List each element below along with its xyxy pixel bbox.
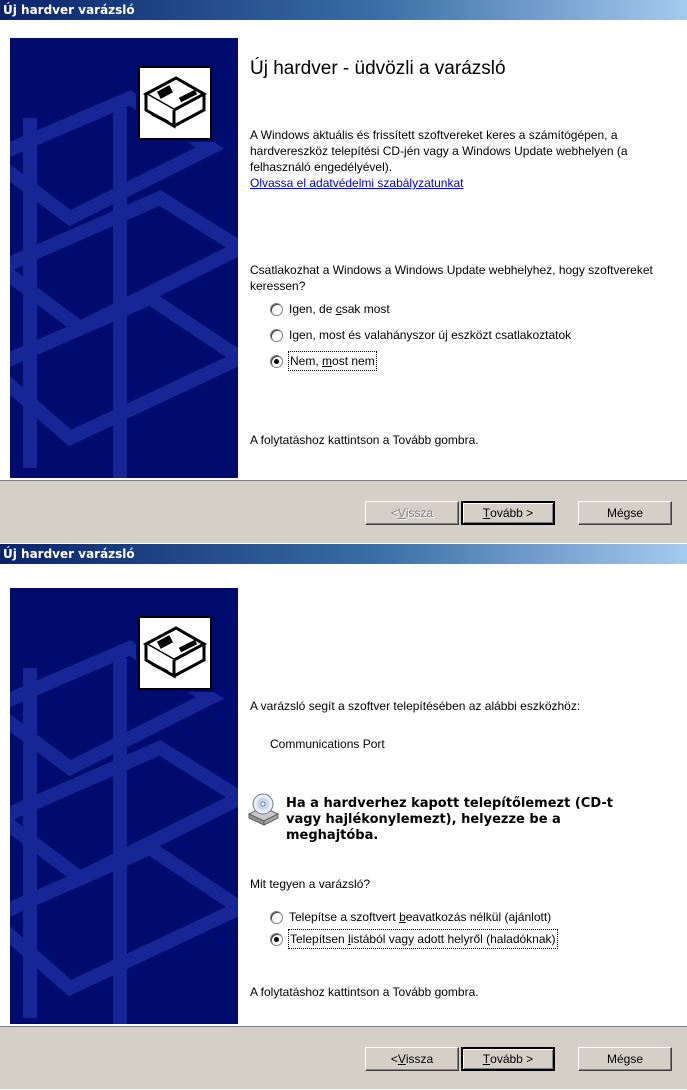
option-install-list[interactable]: Telepítsen listából vagy adott helyről (… — [270, 929, 558, 949]
question-text: Mit tegyen a varázsló? — [250, 877, 371, 891]
page-heading: Új hardver - üdvözli a varázsló — [250, 58, 506, 79]
window-title: Új hardver varázsló — [0, 544, 687, 564]
insert-disc-message: Ha a hardverhez kapott telepítőlemezt (C… — [286, 796, 613, 843]
continue-text: A folytatáshoz kattintson a Tovább gombr… — [250, 433, 479, 447]
wizard-side-panel — [10, 38, 238, 478]
option-install-auto[interactable]: Telepítse a szoftvert beavatkozás nélkül… — [270, 908, 551, 926]
question-text: Csatlakozhat a Windows a Windows Update … — [250, 263, 653, 293]
hardware-card-icon — [136, 614, 214, 692]
radio-button-selected[interactable] — [270, 354, 283, 368]
option-label: Telepítsen listából vagy adott helyről (… — [288, 929, 558, 949]
option-yes-always[interactable]: Igen, most és valahányszor új eszközt cs… — [270, 326, 571, 344]
helper-text: A varázsló segít a szoftver telepítésébe… — [250, 699, 581, 713]
radio-button-selected[interactable] — [270, 932, 283, 946]
cancel-button[interactable]: Mégse — [578, 1047, 672, 1071]
option-no[interactable]: Nem, most nem — [270, 351, 377, 371]
hardware-card-icon — [136, 64, 214, 142]
option-label: Nem, most nem — [288, 351, 377, 371]
radio-button[interactable] — [270, 302, 283, 316]
wizard-side-panel — [10, 588, 238, 1024]
wizard-dialog-welcome: Új hardver varázsló Új hardver - üdvözli… — [0, 0, 687, 543]
privacy-link[interactable]: Olvassa el adatvédelmi szabályzatunkat — [250, 176, 463, 190]
option-label: Igen, de csak most — [289, 302, 390, 316]
option-yes-once[interactable]: Igen, de csak most — [270, 300, 390, 318]
back-button[interactable]: < Vissza — [365, 501, 459, 525]
option-label: Telepítse a szoftvert beavatkozás nélkül… — [289, 910, 552, 924]
wizard-footer: < Vissza Tovább > Mégse — [0, 480, 687, 543]
intro-text: A Windows aktuális és frissített szoftve… — [250, 127, 670, 191]
cd-drive-icon — [246, 792, 280, 826]
wizard-content: A varázsló segít a szoftver telepítésébe… — [238, 588, 687, 1024]
continue-text: A folytatáshoz kattintson a Tovább gombr… — [250, 985, 479, 999]
window-title: Új hardver varázsló — [0, 0, 687, 20]
next-button[interactable]: Tovább > — [461, 501, 555, 525]
back-button[interactable]: < Vissza — [365, 1047, 459, 1071]
wizard-dialog-install: Új hardver varázsló A varázsló segít a s… — [0, 544, 687, 1090]
next-button[interactable]: Tovább > — [461, 1047, 555, 1071]
device-name: Communications Port — [270, 737, 385, 751]
radio-button[interactable] — [270, 328, 283, 342]
wizard-footer: < Vissza Tovább > Mégse — [0, 1026, 687, 1089]
option-label: Igen, most és valahányszor új eszközt cs… — [289, 328, 572, 342]
radio-button[interactable] — [270, 910, 283, 924]
wizard-content: Új hardver - üdvözli a varázsló A Window… — [238, 38, 687, 478]
intro-paragraph: A Windows aktuális és frissített szoftve… — [250, 128, 628, 174]
cancel-button[interactable]: Mégse — [578, 501, 672, 525]
